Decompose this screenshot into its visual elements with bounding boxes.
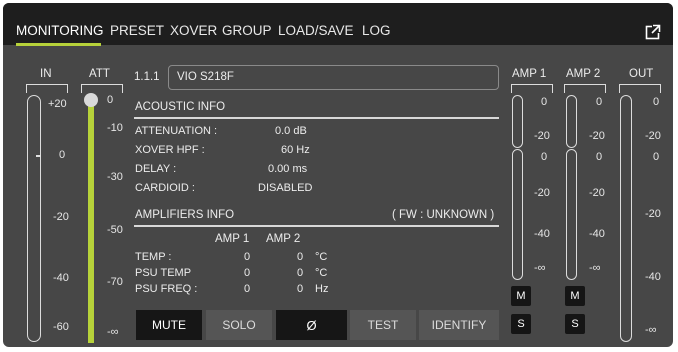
amp2-current-meter: [566, 95, 577, 148]
active-tab-indicator: [16, 43, 101, 46]
tab-log[interactable]: LOG: [362, 23, 391, 38]
out-level-meter: [620, 95, 632, 342]
identify-button[interactable]: IDENTIFY: [419, 310, 499, 340]
delay-label: DELAY :: [135, 163, 177, 175]
device-name: VIO S218F: [177, 71, 234, 83]
in-tick: -60: [53, 321, 69, 333]
amp1-tick: -20: [534, 130, 550, 142]
amp1-bracket: [511, 84, 553, 93]
amp1-current-meter: [512, 95, 523, 148]
amp1-tick: -∞: [534, 262, 546, 274]
amp2-tick: -20: [589, 187, 605, 199]
amp2-column-header: AMP 2: [266, 233, 301, 245]
temp-amp2: 0: [297, 251, 304, 263]
psu-freq-amp2: 0: [297, 283, 304, 295]
psu-freq-unit: Hz: [315, 283, 329, 295]
psu-freq-label: PSU FREQ :: [135, 283, 198, 295]
device-id: 1.1.1: [134, 71, 160, 83]
top-nav-bar: MONITORING PRESET XOVER GROUP LOAD/SAVE …: [3, 3, 673, 46]
in-level-meter: [27, 95, 41, 342]
amp2-mute-button[interactable]: M: [565, 286, 585, 306]
att-label: ATT: [89, 68, 110, 80]
psu-temp-unit: °C: [315, 267, 328, 279]
xover-hpf-label: XOVER HPF :: [135, 144, 205, 156]
acoustic-divider: [134, 117, 499, 119]
phase-invert-button[interactable]: Ø: [276, 310, 347, 340]
in-zero-marker: [36, 155, 41, 157]
xover-hpf-value: 60 Hz: [281, 144, 310, 156]
psu-temp-label: PSU TEMP: [135, 267, 192, 279]
in-tick: +20: [48, 98, 67, 110]
temp-amp1: 0: [244, 251, 251, 263]
att-fader-knob[interactable]: [84, 93, 98, 107]
amp2-tick: -40: [589, 228, 605, 240]
mute-button[interactable]: MUTE: [136, 310, 202, 340]
amp2-tick: -∞: [589, 262, 601, 274]
amp1-output-meter: [512, 149, 523, 280]
amp2-tick: 0: [596, 96, 603, 108]
amp2-output-meter: [566, 149, 577, 280]
tab-load-save[interactable]: LOAD/SAVE: [278, 23, 354, 38]
amplifiers-divider: [134, 225, 499, 227]
acoustic-info-title: ACOUSTIC INFO: [135, 101, 226, 113]
att-tick: -70: [107, 276, 123, 288]
in-label: IN: [40, 68, 52, 80]
temp-unit: °C: [315, 251, 328, 263]
att-tick: -30: [107, 171, 123, 183]
tab-preset[interactable]: PRESET: [110, 23, 164, 38]
amp2-bracket: [564, 84, 606, 93]
out-bracket: [619, 84, 661, 93]
amp2-tick: -20: [589, 130, 605, 142]
firmware-status: ( FW : UNKNOWN ): [392, 209, 495, 221]
in-bracket: [26, 84, 68, 93]
amplifiers-info-title: AMPLIFIERS INFO: [135, 209, 235, 221]
amp2-solo-button[interactable]: S: [565, 314, 585, 334]
psu-temp-amp1: 0: [244, 267, 251, 279]
in-tick: -40: [53, 272, 69, 284]
out-tick: 0: [653, 96, 660, 108]
amp2-label: AMP 2: [566, 68, 601, 80]
tab-monitoring[interactable]: MONITORING: [16, 23, 104, 38]
att-tick: -10: [107, 122, 123, 134]
device-name-field[interactable]: VIO S218F: [168, 65, 499, 90]
att-tick: 0: [107, 94, 114, 106]
att-tick: -50: [107, 224, 123, 236]
attenuation-value: 0.0 dB: [275, 125, 307, 137]
delay-value: 0.00 ms: [268, 163, 308, 175]
amp2-tick: 0: [596, 151, 603, 163]
out-tick: -∞: [645, 324, 657, 336]
solo-button[interactable]: SOLO: [206, 310, 272, 340]
temp-label: TEMP :: [135, 251, 172, 263]
psu-freq-amp1: 0: [244, 283, 251, 295]
in-tick: -20: [53, 211, 69, 223]
out-tick: -20: [645, 130, 661, 142]
out-tick: -40: [645, 271, 661, 283]
amp1-solo-button[interactable]: S: [511, 314, 531, 334]
out-tick: -20: [645, 208, 661, 220]
out-label: OUT: [629, 68, 654, 80]
expand-icon[interactable]: [645, 24, 661, 40]
in-tick: 0: [59, 149, 66, 161]
att-fader-track: [88, 103, 94, 343]
tab-xover[interactable]: XOVER: [170, 23, 217, 38]
amp1-tick: 0: [541, 96, 548, 108]
att-bracket: [81, 84, 123, 93]
cardioid-value: DISABLED: [258, 182, 313, 194]
amp1-tick: 0: [541, 151, 548, 163]
amp1-label: AMP 1: [512, 68, 547, 80]
amp1-tick: -40: [534, 228, 550, 240]
cardioid-label: CARDIOID :: [135, 182, 195, 194]
test-button[interactable]: TEST: [350, 310, 416, 340]
amp1-tick: -20: [534, 187, 550, 199]
monitoring-window: MONITORING PRESET XOVER GROUP LOAD/SAVE …: [3, 3, 673, 347]
tab-group[interactable]: GROUP: [222, 23, 272, 38]
attenuation-label: ATTENUATION :: [135, 125, 218, 137]
amp1-column-header: AMP 1: [215, 233, 250, 245]
amp1-mute-button[interactable]: M: [511, 286, 531, 306]
att-tick: -∞: [107, 326, 119, 338]
out-tick: 0: [653, 151, 660, 163]
psu-temp-amp2: 0: [297, 267, 304, 279]
